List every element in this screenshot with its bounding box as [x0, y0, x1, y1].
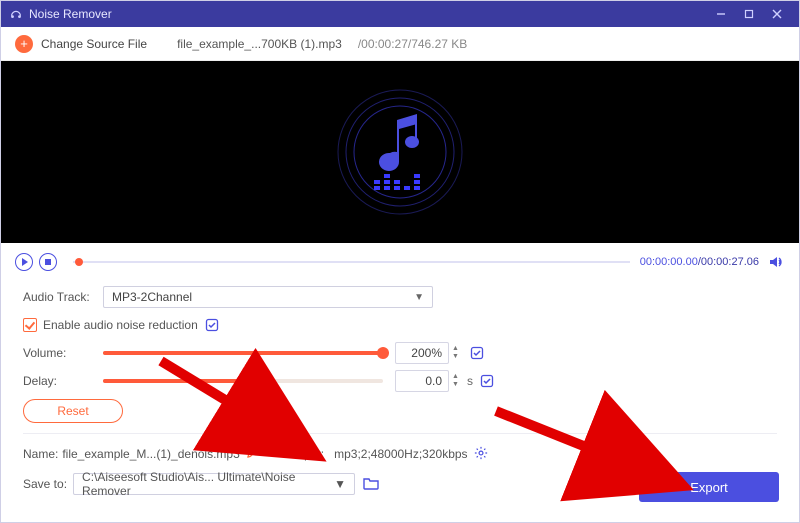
output-format: mp3;2;48000Hz;320kbps	[334, 447, 467, 461]
app-icon	[9, 7, 23, 21]
audio-track-value: MP3-2Channel	[112, 290, 192, 304]
source-meta: /00:00:27/746.27 KB	[358, 37, 467, 51]
reset-button[interactable]: Reset	[23, 399, 123, 423]
time-total: /00:00:27.06	[698, 256, 759, 268]
preview-area	[1, 61, 799, 243]
output-label: Output:	[285, 447, 324, 461]
titlebar: Noise Remover	[1, 1, 799, 27]
volume-value[interactable]: 200%	[395, 342, 449, 364]
volume-icon[interactable]	[767, 253, 785, 271]
noise-reduction-settings-icon[interactable]	[204, 317, 220, 333]
maximize-button[interactable]	[735, 1, 763, 27]
source-filename: file_example_...700KB (1).mp3	[177, 37, 342, 51]
volume-thumb[interactable]	[377, 347, 389, 359]
minimize-button[interactable]	[707, 1, 735, 27]
delay-stepper[interactable]: ▲▼	[452, 373, 459, 389]
close-button[interactable]	[763, 1, 791, 27]
delay-slider[interactable]	[103, 379, 383, 383]
time-current: 00:00:00.00	[640, 256, 698, 268]
noise-reduction-label: Enable audio noise reduction	[43, 318, 198, 332]
audio-track-select[interactable]: MP3-2Channel ▼	[103, 286, 433, 308]
time-display: 00:00:00.00/00:00:27.06	[640, 256, 759, 268]
save-to-value: C:\Aiseesoft Studio\Ais... Ultimate\Nois…	[82, 470, 334, 498]
save-to-select[interactable]: C:\Aiseesoft Studio\Ais... Ultimate\Nois…	[73, 473, 355, 495]
add-source-button[interactable]: +	[15, 35, 33, 53]
source-bar: + Change Source File file_example_...700…	[1, 27, 799, 61]
delay-thumb[interactable]	[237, 375, 249, 387]
volume-stepper[interactable]: ▲▼	[452, 345, 459, 361]
scrub-thumb[interactable]	[75, 258, 83, 266]
divider	[23, 433, 777, 434]
audio-track-label: Audio Track:	[23, 290, 103, 304]
output-settings-icon[interactable]	[474, 446, 488, 463]
delay-reset-icon[interactable]	[479, 373, 495, 389]
change-source-link[interactable]: Change Source File	[41, 37, 147, 51]
settings-panel: Audio Track: MP3-2Channel ▼ Enable audio…	[1, 275, 799, 498]
volume-label: Volume:	[23, 346, 103, 360]
delay-label: Delay:	[23, 374, 103, 388]
chevron-down-icon: ▼	[414, 292, 424, 303]
name-label: Name:	[23, 447, 58, 461]
chevron-down-icon: ▼	[334, 477, 346, 491]
export-button[interactable]: Export	[639, 472, 779, 502]
scrub-slider[interactable]	[73, 261, 630, 263]
noise-reduction-checkbox[interactable]	[23, 318, 37, 332]
open-folder-icon[interactable]	[363, 476, 379, 493]
save-to-label: Save to:	[23, 477, 67, 491]
volume-slider[interactable]	[103, 351, 383, 355]
delay-value[interactable]: 0.0	[395, 370, 449, 392]
edit-name-icon[interactable]	[246, 446, 259, 462]
volume-reset-icon[interactable]	[469, 345, 485, 361]
music-placeholder-icon	[320, 72, 480, 232]
player-bar: 00:00:00.00/00:00:27.06	[1, 249, 799, 275]
output-name: file_example_M...(1)_denois.mp3	[62, 447, 239, 461]
delay-unit: s	[467, 374, 473, 388]
play-button[interactable]	[15, 253, 33, 271]
stop-button[interactable]	[39, 253, 57, 271]
app-title: Noise Remover	[29, 7, 112, 21]
